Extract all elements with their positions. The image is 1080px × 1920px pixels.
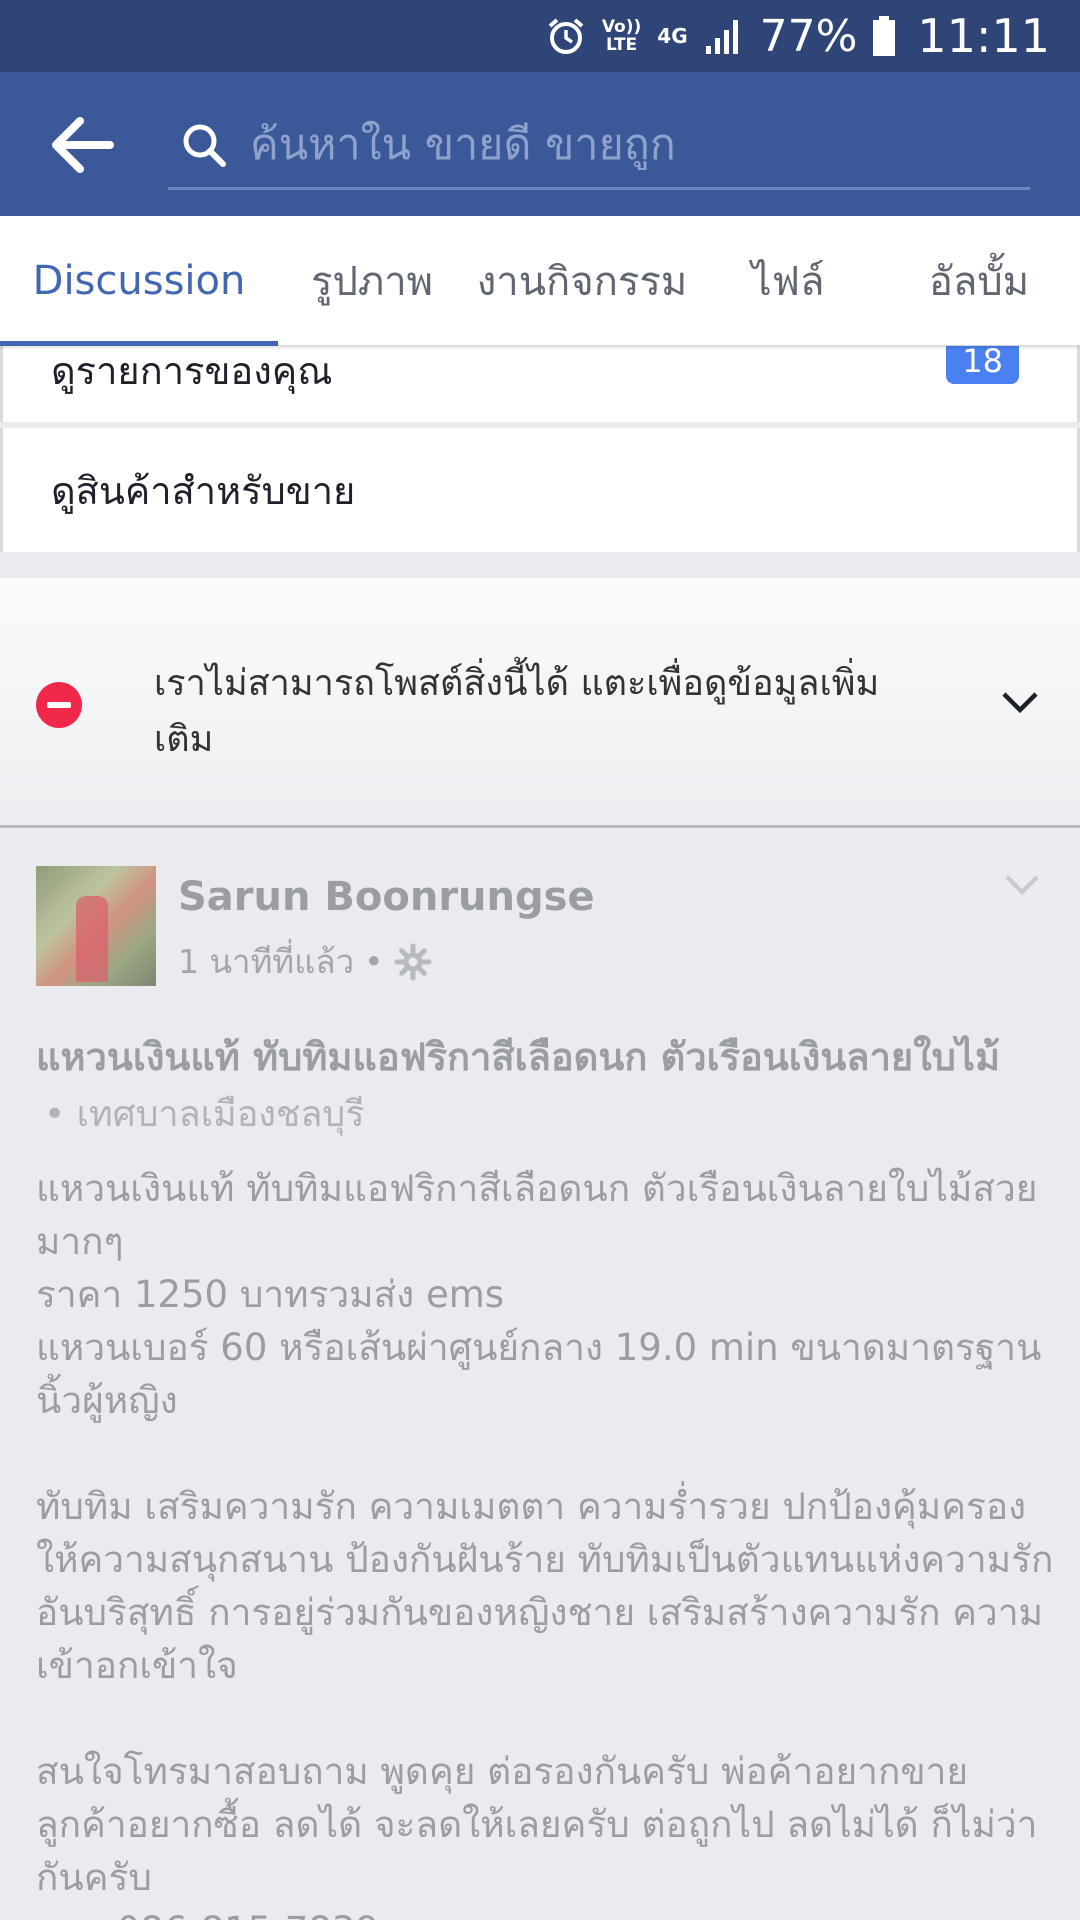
your-listings-label: ดูรายการของคุณ xyxy=(51,349,333,393)
status-bar: Vo)) LTE 4G 77% 11:11 xyxy=(0,0,1080,72)
battery-icon xyxy=(873,16,896,56)
post-meta: 1 นาทีที่แล้ว • xyxy=(178,935,432,988)
group-tabs: Discussion รูปภาพ งานกิจกรรม ไฟล์ อัลบั้… xyxy=(0,216,1080,346)
tab-files[interactable]: ไฟล์ xyxy=(698,216,878,346)
app-header xyxy=(0,72,1080,216)
post-author[interactable]: Sarun Boonrungse xyxy=(178,874,595,920)
post-time[interactable]: 1 นาทีที่แล้ว xyxy=(178,935,354,988)
items-for-sale-row[interactable]: ดูสินค้าสำหรับขาย xyxy=(0,428,1080,552)
tab-discussion[interactable]: Discussion xyxy=(0,216,278,346)
clock: 11:11 xyxy=(917,9,1050,63)
network-type: 4G xyxy=(657,24,688,48)
battery-percent: 77% xyxy=(759,10,858,62)
meta-separator: • xyxy=(364,942,384,981)
search-bar[interactable] xyxy=(168,102,1030,190)
back-button[interactable] xyxy=(48,112,118,178)
tab-photos[interactable]: รูปภาพ xyxy=(278,216,466,346)
back-arrow-icon xyxy=(52,117,114,173)
alarm-icon xyxy=(548,18,584,54)
search-input[interactable] xyxy=(250,119,1030,170)
tab-events[interactable]: งานกิจกรรม xyxy=(466,216,698,346)
error-icon xyxy=(36,682,82,728)
signal-icon xyxy=(705,20,738,54)
chevron-down-icon[interactable] xyxy=(1000,688,1040,718)
avatar-figure xyxy=(76,896,108,982)
search-icon xyxy=(183,124,226,167)
post-failed-message: เราไม่สามารถโพสต์สิ่งนี้ได้ แตะเพื่อดูข้… xyxy=(154,663,880,760)
gear-icon xyxy=(394,943,432,980)
items-for-sale-label: ดูสินค้าสำหรับขาย xyxy=(51,468,356,513)
post-location[interactable]: • เทศบาลเมืองชลบุรี xyxy=(44,1085,365,1142)
post-options-chevron-icon[interactable] xyxy=(1004,872,1040,898)
post-title: แหวนเงินแท้ ทับทิมแอฟริกาสีเลือดนก ตัวเร… xyxy=(36,1035,1001,1079)
tab-albums[interactable]: อัลบั้ม xyxy=(878,216,1080,346)
volte-indicator: Vo)) LTE xyxy=(601,17,642,55)
post-body: แหวนเงินแท้ ทับทิมแอฟริกาสีเลือดนก ตัวเร… xyxy=(36,1167,1054,1920)
